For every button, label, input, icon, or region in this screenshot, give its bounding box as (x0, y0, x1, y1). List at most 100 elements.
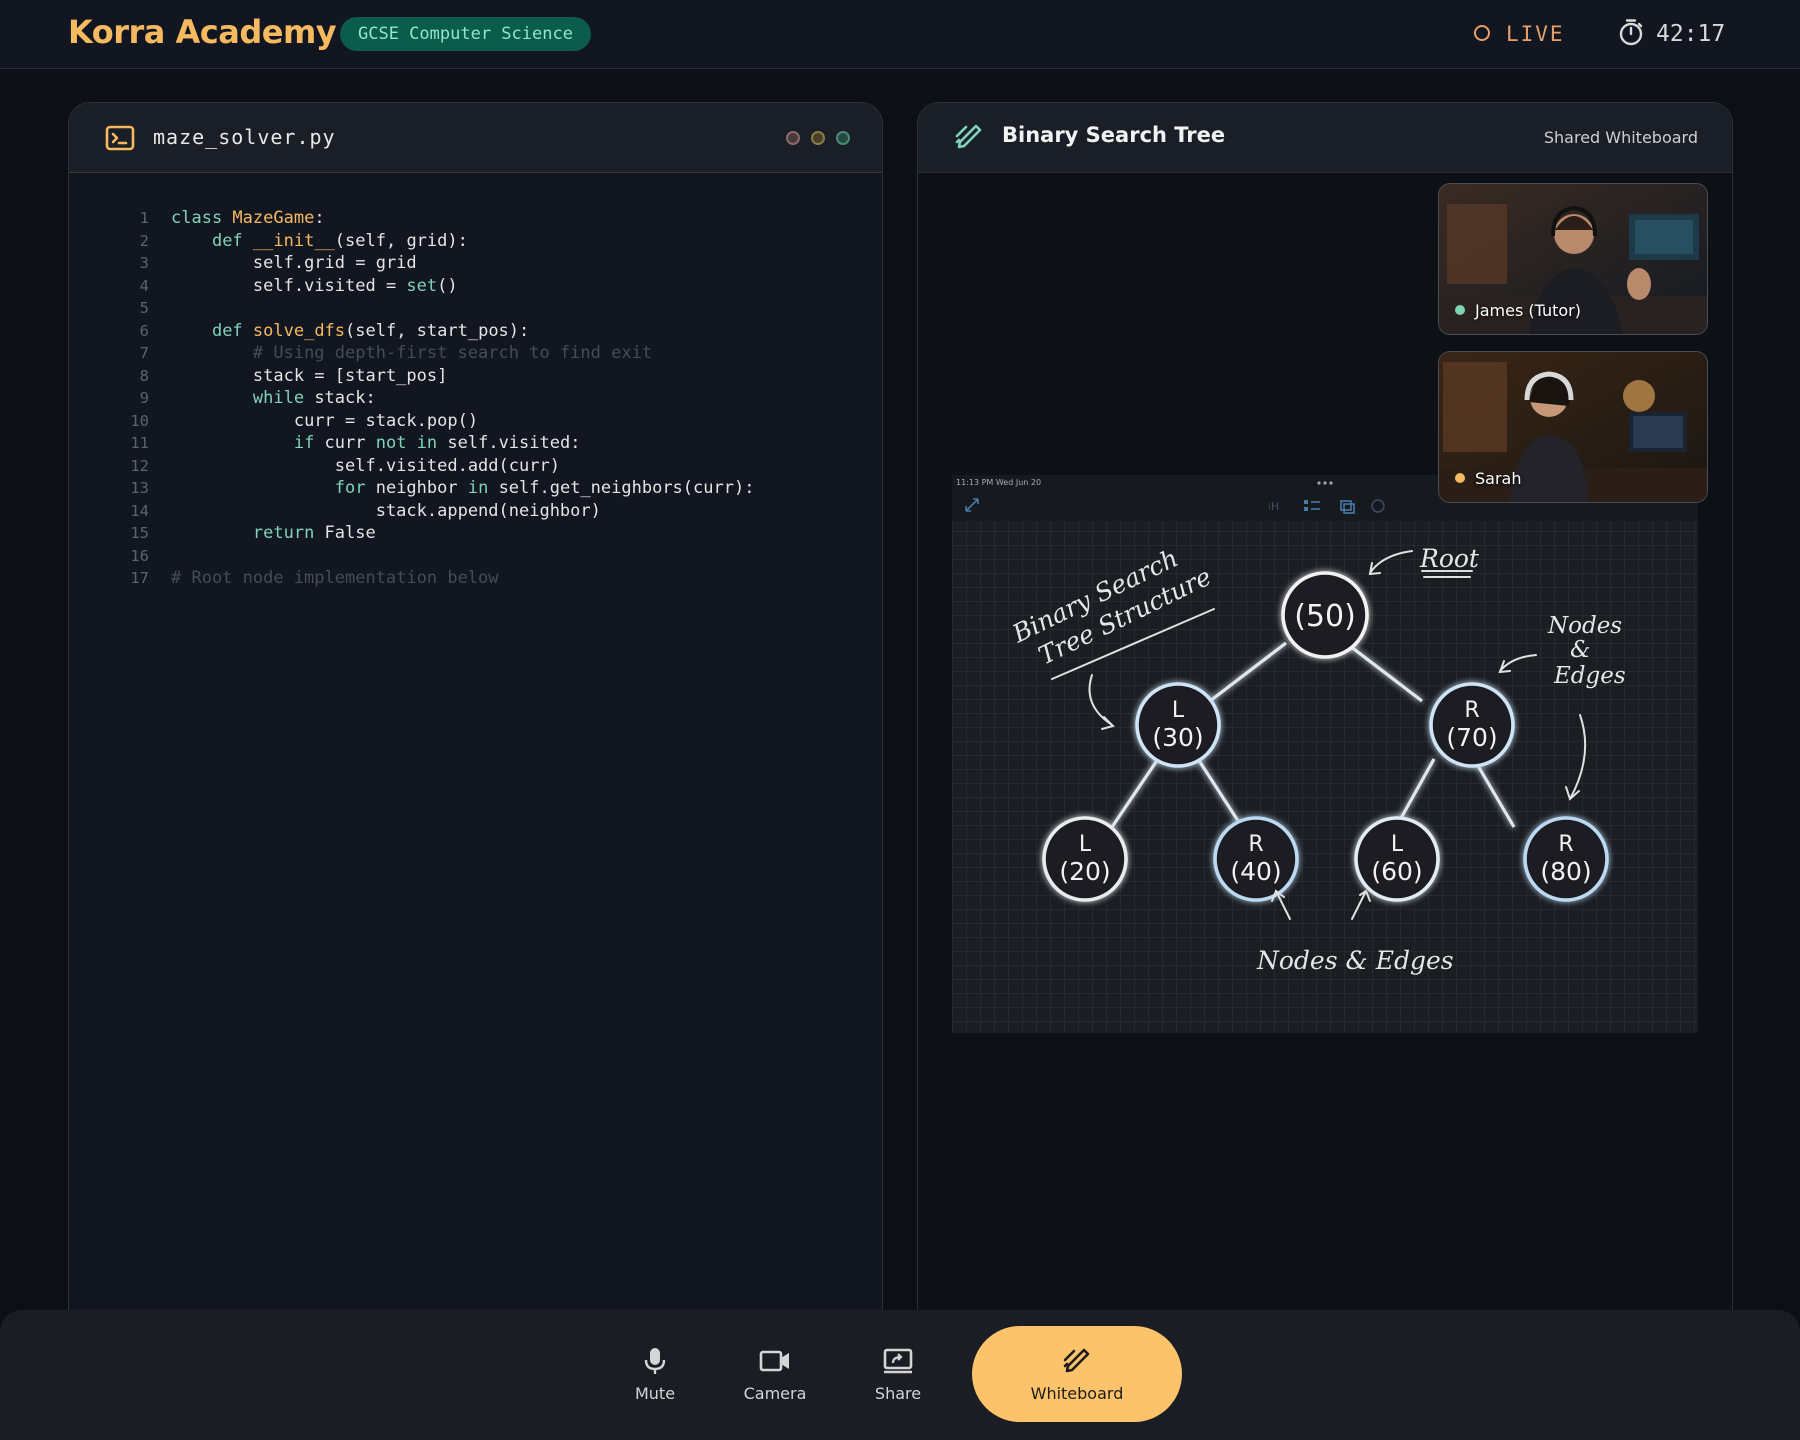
window-dot-green[interactable] (836, 131, 850, 145)
code-line: 1 class MazeGame: (109, 207, 754, 230)
whiteboard-label: Whiteboard (1030, 1384, 1124, 1403)
node-20-value: (20) (1059, 857, 1110, 886)
code-line: 16 (109, 545, 754, 568)
code-token: while (252, 388, 305, 408)
code-token: neighbor (365, 478, 468, 498)
code-token: stack.append(neighbor) (375, 500, 601, 521)
line-number: 16 (130, 546, 149, 565)
video-tile-tutor[interactable]: James (Tutor) (1438, 183, 1708, 335)
code-line: 5 (109, 297, 754, 320)
code-line: 9 while stack: (109, 387, 754, 410)
camera-label: Camera (743, 1384, 807, 1403)
line-number: 7 (139, 344, 149, 362)
bottom-control-bar: Mute Camera Share Whiteboard (0, 1310, 1800, 1440)
line-number: 6 (139, 321, 149, 340)
code-token: MazeGame (232, 208, 315, 228)
code-token: return (252, 523, 315, 543)
line-number: 12 (130, 456, 149, 475)
code-token: self.visited: (437, 433, 581, 453)
student-name-label: Sarah (1455, 469, 1521, 488)
code-line: 14 stack.append(neighbor) (109, 500, 754, 523)
camera-button[interactable]: Camera (730, 1346, 820, 1403)
line-number: 9 (139, 389, 149, 407)
mute-button[interactable]: Mute (610, 1346, 700, 1403)
participant-name: James (Tutor) (1475, 301, 1581, 320)
line-number: 3 (139, 254, 149, 272)
code-token: : (314, 208, 325, 228)
bst-diagram: (50) L (30) R (70) L (20) R (40) L (60) … (1007, 543, 1626, 975)
side-annotation-3: Edges (1553, 663, 1626, 689)
line-number: 14 (130, 501, 149, 520)
line-number: 4 (139, 276, 149, 295)
node-60-value: (60) (1371, 857, 1422, 886)
camera-icon (759, 1350, 789, 1372)
side-annotation-1: Nodes (1547, 613, 1622, 639)
code-token: def (211, 320, 253, 341)
code-line: 10 curr = stack.pop() (109, 410, 754, 433)
participant-name: Sarah (1475, 469, 1522, 488)
node-40-side: R (1248, 832, 1263, 857)
code-area[interactable]: 1 class MazeGame: 2 def __init__(self, gr… (109, 207, 754, 590)
whiteboard-button[interactable]: Whiteboard (972, 1326, 1182, 1422)
code-token: in (467, 478, 489, 498)
code-token: not in (375, 433, 438, 453)
node-30-value: (30) (1152, 723, 1203, 752)
window-dot-yellow[interactable] (811, 131, 825, 145)
pen-draw-icon (1063, 1348, 1090, 1373)
live-ring-icon (1474, 25, 1490, 41)
side-annotation-2: & (1570, 637, 1590, 663)
line-number: 17 (130, 569, 149, 587)
code-token: () (437, 275, 458, 296)
code-token: if (293, 433, 315, 453)
code-token: self.visited = (252, 275, 407, 296)
code-token: self.grid = grid (252, 253, 417, 273)
editor-header: maze_solver.py (69, 103, 882, 173)
node-20-side: L (1079, 832, 1092, 857)
pen-draw-icon (955, 124, 982, 149)
code-token: (self, start_pos): (345, 320, 530, 341)
line-number: 1 (139, 209, 149, 227)
code-line: 7 # Using depth-first search to find exi… (109, 342, 754, 365)
tutor-name-label: James (Tutor) (1455, 301, 1581, 320)
window-controls (775, 130, 850, 149)
code-token: self.visited.add(curr) (334, 455, 560, 476)
node-80-side: R (1558, 832, 1573, 857)
bottom-annotation: Nodes & Edges (1256, 946, 1454, 975)
code-comment: # Using depth-first search to find exit (252, 343, 653, 363)
online-status-dot (1455, 304, 1465, 315)
code-token: curr (314, 433, 376, 453)
stopwatch-icon (1619, 18, 1643, 45)
code-token: for (334, 478, 366, 498)
video-tile-student[interactable]: Sarah (1438, 351, 1708, 503)
node-30-side: L (1172, 698, 1185, 723)
code-token: (self, grid): (334, 230, 468, 251)
line-number: 15 (130, 524, 149, 542)
code-token: stack: (304, 388, 376, 408)
file-name-tab[interactable]: maze_solver.py (153, 125, 336, 149)
line-number: 10 (130, 411, 149, 430)
line-number: 13 (130, 479, 149, 497)
window-dot-red[interactable] (786, 131, 800, 145)
whiteboard-header: Binary Search Tree Shared Whiteboard (918, 103, 1732, 173)
line-number: 11 (130, 434, 149, 452)
root-annotation: Root (1419, 544, 1480, 573)
share-button[interactable]: Share (853, 1346, 943, 1403)
whiteboard-panel: Binary Search Tree Shared Whiteboard 11:… (917, 102, 1733, 1344)
code-token: self.get_neighbors(curr): (488, 478, 755, 498)
shared-whiteboard-label: Shared Whiteboard (1543, 128, 1698, 147)
code-editor-panel: maze_solver.py 1 class MazeGame: 2 def __… (68, 102, 883, 1344)
away-status-dot (1455, 472, 1465, 483)
code-token: set (406, 275, 438, 296)
whiteboard-canvas[interactable]: 11:13 PM Wed Jun 20 ⟊H (50) L (30) R (70… (952, 475, 1698, 1033)
terminal-icon (105, 125, 135, 151)
node-70-value: (70) (1446, 723, 1497, 752)
share-label: Share (874, 1384, 922, 1403)
node-80-value: (80) (1540, 857, 1591, 886)
line-number: 5 (139, 299, 149, 317)
code-token: curr = stack.pop() (293, 410, 479, 431)
timer-value: 42:17 (1656, 21, 1726, 47)
code-comment: # Root node implementation below (171, 568, 499, 588)
whiteboard-title: Binary Search Tree (1002, 123, 1226, 147)
code-token: class (171, 208, 233, 228)
live-indicator: LIVE (1474, 20, 1565, 48)
